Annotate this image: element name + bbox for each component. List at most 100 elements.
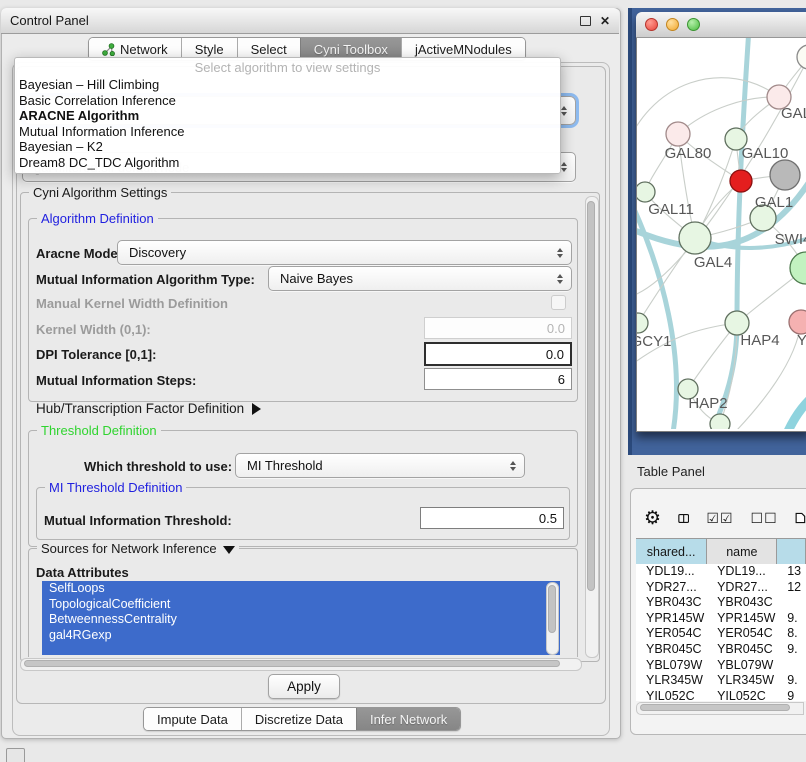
table-row[interactable]: YIL052CYIL052C9 bbox=[636, 689, 806, 701]
close-traffic-light-icon[interactable] bbox=[645, 18, 658, 31]
sources-title[interactable]: Sources for Network Inference bbox=[37, 541, 239, 556]
data-attributes-label: Data Attributes bbox=[36, 565, 129, 580]
network-node[interactable] bbox=[789, 310, 806, 334]
algorithm-option[interactable]: Bayesian – K2 bbox=[15, 139, 560, 155]
close-icon[interactable]: ✕ bbox=[600, 15, 610, 27]
table-toolbar: ⚙ ☑☑ ☐☐ bbox=[636, 503, 806, 533]
table-cell: YLR345W bbox=[707, 673, 777, 689]
data-attribute-item-selected[interactable]: gal4RGexp bbox=[42, 628, 560, 644]
tab-infer-network[interactable]: Infer Network bbox=[356, 708, 460, 730]
float-window-icon[interactable] bbox=[580, 16, 591, 26]
expander-expanded-icon bbox=[223, 546, 235, 554]
table-cell: YBL079W bbox=[707, 658, 777, 674]
tab-impute-data[interactable]: Impute Data bbox=[144, 708, 241, 730]
apply-button[interactable]: Apply bbox=[268, 674, 340, 699]
table-row[interactable]: YBR043CYBR043C bbox=[636, 595, 806, 611]
collapsed-panel-button[interactable] bbox=[6, 748, 25, 762]
network-node-label: GAL1 bbox=[755, 194, 793, 211]
network-node[interactable] bbox=[637, 313, 648, 333]
attributes-vertical-scrollbar[interactable] bbox=[546, 582, 559, 655]
data-attribute-item-selected[interactable]: TopologicalCoefficient bbox=[42, 597, 560, 613]
network-node-label: GAL10 bbox=[742, 145, 789, 162]
table-row[interactable]: YDL19...YDL19...13 bbox=[636, 564, 806, 580]
table-row[interactable]: YLR345WYLR345W9. bbox=[636, 673, 806, 689]
data-attribute-item-selected[interactable]: BetweennessCentrality bbox=[42, 612, 560, 628]
show-columns-checked-icon[interactable]: ☑☑ bbox=[706, 510, 733, 527]
network-node-label: SWI4 bbox=[775, 231, 806, 248]
table-cell: YBR043C bbox=[707, 595, 777, 611]
aracne-mode-combo[interactable]: Discovery bbox=[117, 240, 572, 265]
table-cell: 9. bbox=[777, 673, 806, 689]
gear-icon[interactable]: ⚙ bbox=[644, 509, 661, 528]
maximize-traffic-light-icon[interactable] bbox=[687, 18, 700, 31]
table-cell: 8. bbox=[777, 626, 806, 642]
page-icon[interactable] bbox=[795, 508, 806, 528]
hide-columns-unchecked-icon[interactable]: ☐☐ bbox=[751, 510, 778, 527]
column-header[interactable]: name bbox=[707, 539, 777, 565]
network-window-titlebar[interactable] bbox=[636, 12, 806, 38]
table-horizontal-scrollbar[interactable] bbox=[636, 702, 804, 715]
mi-threshold-field[interactable]: 0.5 bbox=[420, 507, 564, 529]
network-node[interactable] bbox=[637, 182, 655, 202]
dpi-tolerance-field[interactable]: 0.0 bbox=[424, 342, 572, 366]
algorithm-option[interactable]: Bayesian – Hill Climbing bbox=[15, 77, 560, 93]
algorithm-option[interactable]: Mutual Information Inference bbox=[15, 124, 560, 140]
mi-threshold-label: Mutual Information Threshold: bbox=[44, 513, 232, 528]
table-row[interactable]: YPR145WYPR145W9. bbox=[636, 611, 806, 627]
table-row[interactable]: YER054CYER054C8. bbox=[636, 626, 806, 642]
mi-threshold-definition-title: MI Threshold Definition bbox=[45, 480, 186, 495]
network-node[interactable] bbox=[770, 160, 800, 190]
network-canvas[interactable]: GALGAL80GAL10GAL11GAL1SWI4GAL4GCY1HAP4YH… bbox=[637, 38, 806, 429]
network-graph: GALGAL80GAL10GAL11GAL1SWI4GAL4GCY1HAP4YH… bbox=[637, 38, 806, 429]
network-node[interactable] bbox=[730, 170, 752, 192]
kernel-width-label: Kernel Width (0,1): bbox=[36, 322, 151, 337]
algorithm-option[interactable]: Basic Correlation Inference bbox=[15, 93, 560, 109]
network-node[interactable] bbox=[797, 45, 806, 69]
table-row[interactable]: YBR045CYBR045C9. bbox=[636, 642, 806, 658]
network-node-label: GAL bbox=[781, 105, 806, 122]
algorithm-dropdown-popup: Select algorithm to view settings Bayesi… bbox=[14, 57, 561, 174]
table-cell: YPR145W bbox=[636, 611, 707, 627]
which-threshold-combo[interactable]: MI Threshold bbox=[235, 453, 525, 478]
network-node[interactable] bbox=[666, 122, 690, 146]
kernel-width-field[interactable]: 0.0 bbox=[424, 317, 572, 339]
threshold-definition-title: Threshold Definition bbox=[37, 423, 161, 438]
table-row[interactable]: YDR27...YDR27...12 bbox=[636, 580, 806, 596]
settings-vertical-scrollbar[interactable] bbox=[585, 196, 599, 658]
aracne-mode-label: Aracne Mode: bbox=[36, 246, 122, 261]
column-header[interactable] bbox=[777, 539, 806, 565]
settings-horizontal-scrollbar[interactable] bbox=[20, 658, 582, 671]
mi-algorithm-type-combo[interactable]: Naive Bayes bbox=[268, 266, 572, 291]
table-cell: YDR27... bbox=[707, 580, 777, 596]
data-attribute-item-selected[interactable]: SelfLoops bbox=[42, 581, 560, 597]
control-panel-titlebar[interactable]: Control Panel ✕ bbox=[1, 8, 619, 34]
hub-transcription-expander[interactable]: Hub/Transcription Factor Definition bbox=[36, 401, 261, 416]
table-cell: 9. bbox=[777, 611, 806, 627]
mi-steps-label: Mutual Information Steps: bbox=[36, 373, 196, 388]
data-attributes-list[interactable]: SelfLoopsTopologicalCoefficientBetweenne… bbox=[42, 581, 560, 655]
tab-discretize-data[interactable]: Discretize Data bbox=[241, 708, 356, 730]
manual-kernel-width-checkbox[interactable] bbox=[551, 295, 566, 310]
network-node[interactable] bbox=[710, 414, 730, 429]
table-row[interactable]: YBL079WYBL079W bbox=[636, 658, 806, 674]
network-node[interactable] bbox=[679, 222, 711, 254]
split-columns-icon[interactable] bbox=[678, 510, 689, 527]
network-node-label: Y bbox=[797, 332, 806, 349]
mi-steps-field[interactable]: 6 bbox=[424, 368, 572, 390]
minimize-traffic-light-icon[interactable] bbox=[666, 18, 679, 31]
manual-kernel-width-label: Manual Kernel Width Definition bbox=[36, 296, 228, 311]
table-cell bbox=[777, 595, 806, 611]
table-cell: YBR045C bbox=[636, 642, 707, 658]
screen: Control Panel ✕ Network Style Select Cyn… bbox=[0, 0, 806, 762]
column-header[interactable]: shared... bbox=[636, 539, 707, 565]
table-cell: YIL052C bbox=[707, 689, 777, 701]
table-panel-title: Table Panel bbox=[637, 464, 705, 479]
table-cell: YBR045C bbox=[707, 642, 777, 658]
algorithm-option[interactable]: ARACNE Algorithm bbox=[15, 108, 560, 124]
algorithm-option[interactable]: Dream8 DC_TDC Algorithm bbox=[15, 155, 560, 171]
network-node-label: HAP4 bbox=[740, 332, 779, 349]
table-cell: YDR27... bbox=[636, 580, 707, 596]
control-panel-title: Control Panel bbox=[10, 13, 89, 28]
network-node-label: GCY1 bbox=[637, 333, 671, 350]
table-header-row: shared...name bbox=[636, 538, 806, 566]
